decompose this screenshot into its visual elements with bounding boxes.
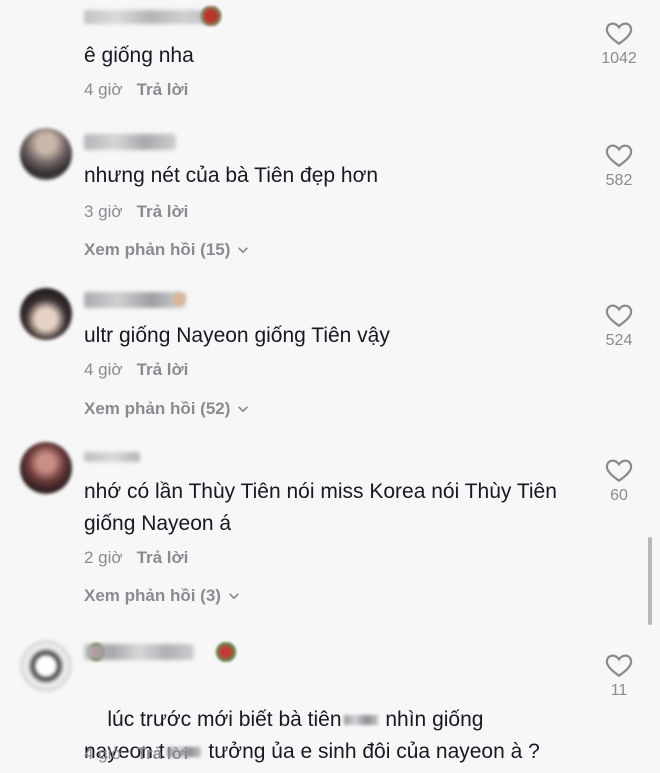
avatar[interactable] [20,442,72,494]
like-count: 60 [610,487,628,504]
chevron-down-icon [228,593,239,600]
emoji-sticker [214,642,238,662]
comment-meta: 4 giờ Trả lời [84,360,188,380]
view-replies-button[interactable]: Xem phản hồi (52) [84,399,250,419]
like-button[interactable]: 582 [596,140,642,190]
comment-meta: 4 giờ Trả lời [84,744,188,764]
comment-text: ultr giống Nayeon giống Tiên vậy [84,324,390,347]
comment-meta: 3 giờ Trả lời [84,202,188,222]
reply-button[interactable]: Trả lời [137,360,189,380]
reply-button[interactable]: Trả lời [137,744,189,764]
comment-meta: 4 giờ Trả lời [84,80,188,100]
view-replies-label: Xem phản hồi (52) [84,399,231,418]
like-count: 1042 [601,50,637,67]
blurred-username[interactable] [84,10,216,24]
view-replies-button[interactable]: Xem phản hồi (15) [84,240,250,260]
censored-word [343,715,378,726]
like-button[interactable]: 60 [596,455,642,505]
heart-outline-icon [605,459,633,482]
heart-outline-icon [605,654,633,677]
avatar[interactable] [20,288,72,340]
like-count: 11 [610,682,628,699]
comment-time: 4 giờ [84,360,123,379]
comment-text: nhớ có lần Thùy Tiên nói miss Korea nói … [84,480,563,535]
chevron-down-icon [238,406,249,413]
comment-text-part: tưởng ủa e sinh đôi của nayeon à ? [202,740,540,763]
reply-button[interactable]: Trả lời [137,548,189,568]
comment-text-part: nhìn giống [379,708,484,731]
like-button[interactable]: 11 [596,650,642,700]
emoji-sticker [170,290,188,308]
reply-button[interactable]: Trả lời [137,202,189,222]
blurred-username[interactable] [84,452,140,462]
heart-outline-icon [605,22,633,45]
like-count: 582 [605,172,633,189]
comment-text-part: lúc trước mới biết bà tiên [107,708,342,731]
comment-time: 4 giờ [84,80,123,99]
like-button[interactable]: 524 [596,300,642,350]
view-replies-label: Xem phản hồi (15) [84,240,231,259]
heart-outline-icon [605,144,633,167]
avatar[interactable] [20,128,72,180]
emoji-sticker [200,6,222,26]
view-replies-label: Xem phản hồi (3) [84,586,221,605]
view-replies-button[interactable]: Xem phản hồi (3) [84,586,241,606]
comment-text: nhưng nét của bà Tiên đẹp hơn [84,164,379,187]
comment-time: 2 giờ [84,548,123,567]
blurred-username[interactable] [84,134,176,150]
scrollbar[interactable] [648,537,652,625]
comment-time: 4 giờ [84,744,123,763]
reply-button[interactable]: Trả lời [137,80,189,100]
like-count: 524 [605,332,633,349]
chevron-down-icon [238,247,249,254]
comment-text: ê giống nha [84,44,194,67]
like-button[interactable]: 1042 [596,18,642,68]
comment-meta: 2 giờ Trả lời [84,548,188,568]
blurred-username[interactable] [84,644,194,660]
heart-outline-icon [605,304,633,327]
comment-time: 3 giờ [84,202,123,221]
avatar[interactable] [20,640,72,692]
